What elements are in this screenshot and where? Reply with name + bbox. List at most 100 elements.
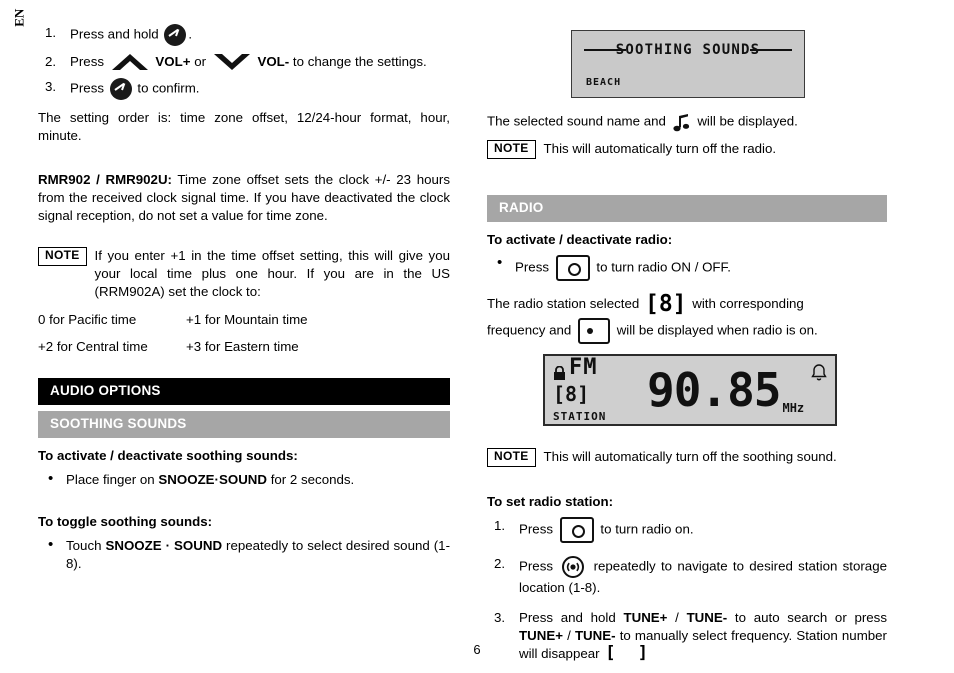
- clock-confirm-icon: [164, 24, 187, 46]
- step-text-mid: to auto search or press: [727, 609, 887, 625]
- manual-page: EN 1. Press and hold . 2. Press VOL+ or …: [0, 0, 954, 673]
- step-text-after: .: [188, 26, 193, 42]
- text-after-icon: will be displayed.: [697, 113, 798, 129]
- note-badge: NOTE: [487, 140, 536, 159]
- step-text-before: Press and hold: [519, 609, 624, 625]
- radio-power-icon: [559, 516, 594, 543]
- bullet-text-before: Press: [515, 259, 549, 275]
- tune-plus-label: TUNE+: [519, 627, 563, 643]
- bell-icon: [811, 364, 827, 382]
- step-item: 1. Press to turn radio on.: [487, 516, 887, 543]
- table-row: 0 for Pacific time +1 for Mountain time: [38, 311, 450, 329]
- note-timezone: NOTE If you enter +1 in the time offset …: [38, 247, 450, 301]
- timezone-left-value: 0 for Pacific time: [38, 311, 137, 327]
- step-text-before: Press and hold: [70, 26, 159, 42]
- step-number: 3.: [45, 79, 57, 95]
- note-radio-off: NOTE This will automatically turn off th…: [487, 140, 887, 159]
- step-item: 3. Press to confirm.: [38, 78, 450, 101]
- text-before-icon: The selected sound name and: [487, 113, 666, 129]
- step-text-before: Press: [70, 54, 104, 69]
- vol-up-label: VOL+: [155, 54, 191, 69]
- bullet-text-before: Place finger on: [66, 472, 159, 488]
- note-sound-off: NOTE This will automatically turn off th…: [487, 447, 887, 467]
- activate-soothing-heading: To activate / deactivate soothing sounds…: [38, 448, 298, 464]
- step-text-mid: or: [194, 54, 207, 69]
- lcd-radio-display: FM [8] STATION 90.85 MHz: [543, 353, 837, 426]
- bullet-text-after: for 2 seconds.: [267, 472, 355, 488]
- activate-soothing-list: • Place finger on SNOOZE·SOUND for 2 sec…: [38, 470, 450, 489]
- set-radio-station-heading: To set radio station:: [487, 493, 614, 509]
- station-indicator-icon: [577, 317, 610, 344]
- step-text-before: Press: [70, 81, 104, 96]
- snooze-sound-label: SNOOZE·SOUND: [158, 472, 268, 488]
- step-number: 2.: [45, 54, 57, 69]
- right-column: SOOTHING SOUNDS BEACH The selected sound…: [487, 24, 887, 669]
- bullet-text-before: Touch: [66, 538, 106, 554]
- note-badge: NOTE: [487, 447, 536, 467]
- toggle-soothing-heading: To toggle soothing sounds:: [38, 514, 213, 530]
- table-row: +2 for Central time +3 for Eastern time: [38, 338, 450, 356]
- tune-minus-label: TUNE-: [686, 609, 728, 625]
- selected-sound-paragraph: The selected sound name and will be disp…: [487, 112, 887, 132]
- lcd-title: SOOTHING SOUNDS: [615, 42, 761, 58]
- text-segment: The radio station selected: [487, 295, 640, 311]
- timezone-right-value: +3 for Eastern time: [186, 338, 299, 354]
- list-item: • Touch SNOOZE · SOUND repeatedly to sel…: [38, 536, 450, 573]
- step-item: 1. Press and hold .: [38, 24, 450, 46]
- station-scan-icon: [561, 555, 585, 579]
- note-text: If you enter +1 in the time offset setti…: [94, 248, 450, 300]
- lcd-frequency: 90.85: [647, 362, 781, 417]
- bullet-icon: •: [48, 536, 54, 554]
- step-text-after: to confirm.: [137, 81, 200, 96]
- separator: /: [667, 609, 687, 625]
- station-selected-paragraph-line2: frequency and will be displayed when rad…: [487, 317, 887, 344]
- clock-setting-steps: 1. Press and hold . 2. Press VOL+ or VOL…: [38, 24, 450, 101]
- note-badge: NOTE: [38, 247, 87, 266]
- vol-down-label: VOL-: [257, 54, 290, 69]
- chevron-down-icon: [213, 53, 251, 71]
- left-column: 1. Press and hold . 2. Press VOL+ or VOL…: [38, 24, 450, 577]
- bullet-icon: •: [497, 253, 503, 271]
- toggle-soothing-list: • Touch SNOOZE · SOUND repeatedly to sel…: [38, 536, 450, 573]
- lcd-left-block: FM [8] STATION: [545, 354, 651, 425]
- step-text-after: to change the settings.: [292, 54, 427, 69]
- lock-icon: [553, 360, 566, 381]
- list-item: • Place finger on SNOOZE·SOUND for 2 sec…: [38, 470, 450, 489]
- lcd-soothing-sound-display: SOOTHING SOUNDS BEACH: [571, 30, 805, 98]
- step-number: 1.: [494, 517, 506, 533]
- lcd-frequency-unit: MHz: [782, 400, 805, 415]
- station-selected-paragraph-line1: The radio station selected [8] with corr…: [487, 292, 887, 316]
- lcd-station-number: [8]: [553, 381, 590, 406]
- activate-radio-heading: To activate / deactivate radio:: [487, 232, 673, 248]
- lcd-sound-name: BEACH: [586, 76, 622, 88]
- step-text-before: Press: [519, 558, 553, 574]
- step-number: 2.: [494, 555, 506, 571]
- lcd-station-label: STATION: [553, 409, 607, 423]
- bullet-text-after: to turn radio ON / OFF.: [596, 259, 731, 275]
- chevron-up-icon: [111, 53, 149, 71]
- snooze-sound-label: SNOOZE · SOUND: [105, 538, 223, 554]
- spine-language-label: EN: [11, 8, 27, 28]
- timezone-right-value: +1 for Mountain time: [186, 311, 308, 327]
- step-number: 1.: [45, 25, 57, 40]
- list-item: • Press to turn radio ON / OFF.: [487, 253, 887, 281]
- section-header-soothing-sounds: SOOTHING SOUNDS: [38, 411, 450, 439]
- page-number: 6: [473, 642, 481, 658]
- step-item: 2. Press repeatedly to navigate to desir…: [487, 555, 887, 597]
- step-number: 3.: [494, 609, 506, 625]
- radio-power-icon: [555, 254, 590, 281]
- text-segment: with corresponding: [692, 295, 804, 311]
- tune-plus-label: TUNE+: [623, 609, 668, 625]
- separator: /: [562, 627, 575, 643]
- step-text-before: Press: [519, 521, 553, 537]
- lcd-fm-row: FM: [553, 354, 651, 381]
- text-segment: will be displayed when radio is on.: [616, 322, 818, 338]
- setting-order-paragraph: The setting order is: time zone offset, …: [38, 110, 450, 144]
- music-note-icon: [673, 112, 691, 132]
- section-header-audio-options: AUDIO OPTIONS: [38, 377, 450, 406]
- lcd-fm-label: FM: [569, 354, 598, 380]
- step-item: 2. Press VOL+ or VOL- to change the sett…: [38, 53, 450, 71]
- timezone-table: 0 for Pacific time +1 for Mountain time …: [38, 311, 450, 356]
- timezone-left-value: +2 for Central time: [38, 338, 148, 354]
- tune-minus-label: TUNE-: [574, 627, 616, 643]
